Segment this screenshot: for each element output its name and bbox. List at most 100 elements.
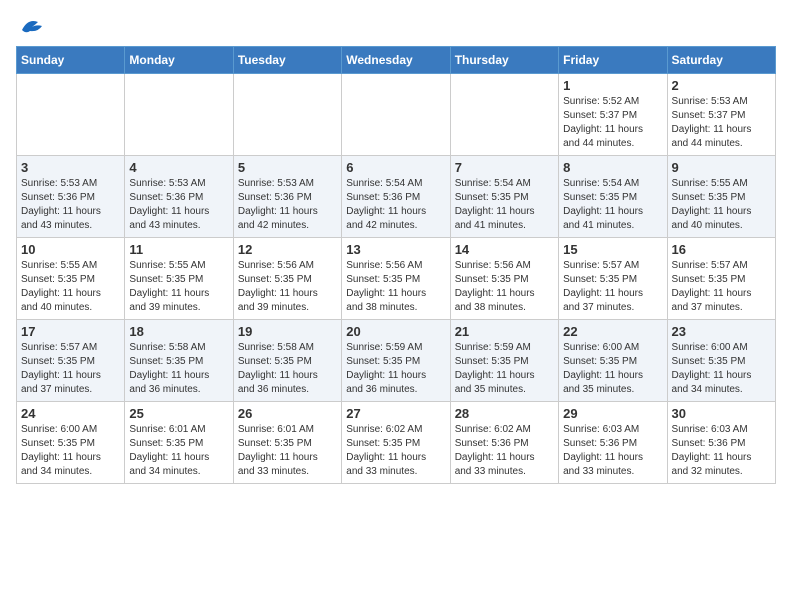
day-info: Sunrise: 5:55 AM Sunset: 5:35 PM Dayligh… — [672, 177, 771, 233]
calendar-header-row: SundayMondayTuesdayWednesdayThursdayFrid… — [17, 47, 776, 74]
day-info: Sunrise: 5:58 AM Sunset: 5:35 PM Dayligh… — [129, 341, 228, 397]
day-info: Sunrise: 5:57 AM Sunset: 5:35 PM Dayligh… — [21, 341, 120, 397]
calendar-table: SundayMondayTuesdayWednesdayThursdayFrid… — [16, 46, 776, 484]
calendar-cell: 26 Sunrise: 6:01 AM Sunset: 5:35 PM Dayli… — [233, 402, 341, 484]
day-header-friday: Friday — [559, 47, 667, 74]
day-info: Sunrise: 5:59 AM Sunset: 5:35 PM Dayligh… — [455, 341, 554, 397]
calendar-cell: 2 Sunrise: 5:53 AM Sunset: 5:37 PM Daylig… — [667, 74, 775, 156]
day-number: 1 — [563, 78, 662, 93]
day-info: Sunrise: 5:52 AM Sunset: 5:37 PM Dayligh… — [563, 95, 662, 151]
calendar-cell: 23 Sunrise: 6:00 AM Sunset: 5:35 PM Dayli… — [667, 320, 775, 402]
calendar-cell: 18 Sunrise: 5:58 AM Sunset: 5:35 PM Dayli… — [125, 320, 233, 402]
calendar-cell: 19 Sunrise: 5:58 AM Sunset: 5:35 PM Dayli… — [233, 320, 341, 402]
day-number: 15 — [563, 242, 662, 257]
day-number: 9 — [672, 160, 771, 175]
calendar-cell — [17, 74, 125, 156]
day-info: Sunrise: 5:58 AM Sunset: 5:35 PM Dayligh… — [238, 341, 337, 397]
day-number: 22 — [563, 324, 662, 339]
day-info: Sunrise: 5:56 AM Sunset: 5:35 PM Dayligh… — [346, 259, 445, 315]
day-number: 30 — [672, 406, 771, 421]
calendar-cell — [125, 74, 233, 156]
calendar-cell: 15 Sunrise: 5:57 AM Sunset: 5:35 PM Dayli… — [559, 238, 667, 320]
calendar-cell: 14Sunrise: 5:56 AM Sunset: 5:35 PM Dayli… — [450, 238, 558, 320]
calendar-week-2: 3 Sunrise: 5:53 AM Sunset: 5:36 PM Daylig… — [17, 156, 776, 238]
calendar-cell: 11 Sunrise: 5:55 AM Sunset: 5:35 PM Dayli… — [125, 238, 233, 320]
calendar-cell: 13 Sunrise: 5:56 AM Sunset: 5:35 PM Dayli… — [342, 238, 450, 320]
calendar-week-1: 1 Sunrise: 5:52 AM Sunset: 5:37 PM Daylig… — [17, 74, 776, 156]
day-info: Sunrise: 6:03 AM Sunset: 5:36 PM Dayligh… — [672, 423, 771, 479]
calendar-week-5: 24 Sunrise: 6:00 AM Sunset: 5:35 PM Dayli… — [17, 402, 776, 484]
day-number: 29 — [563, 406, 662, 421]
day-info: Sunrise: 5:59 AM Sunset: 5:35 PM Dayligh… — [346, 341, 445, 397]
calendar-cell: 6 Sunrise: 5:54 AM Sunset: 5:36 PM Daylig… — [342, 156, 450, 238]
calendar-cell: 17Sunrise: 5:57 AM Sunset: 5:35 PM Dayli… — [17, 320, 125, 402]
logo — [16, 16, 46, 34]
day-info: Sunrise: 5:53 AM Sunset: 5:36 PM Dayligh… — [238, 177, 337, 233]
day-number: 5 — [238, 160, 337, 175]
calendar-cell: 12 Sunrise: 5:56 AM Sunset: 5:35 PM Dayli… — [233, 238, 341, 320]
calendar-cell: 22 Sunrise: 6:00 AM Sunset: 5:35 PM Dayli… — [559, 320, 667, 402]
calendar-cell: 4 Sunrise: 5:53 AM Sunset: 5:36 PM Daylig… — [125, 156, 233, 238]
day-number: 14 — [455, 242, 554, 257]
day-number: 4 — [129, 160, 228, 175]
day-info: Sunrise: 5:54 AM Sunset: 5:36 PM Dayligh… — [346, 177, 445, 233]
day-number: 6 — [346, 160, 445, 175]
calendar-cell: 1 Sunrise: 5:52 AM Sunset: 5:37 PM Daylig… — [559, 74, 667, 156]
day-info: Sunrise: 5:53 AM Sunset: 5:36 PM Dayligh… — [129, 177, 228, 233]
day-number: 12 — [238, 242, 337, 257]
calendar-cell: 21 Sunrise: 5:59 AM Sunset: 5:35 PM Dayli… — [450, 320, 558, 402]
day-info: Sunrise: 5:54 AM Sunset: 5:35 PM Dayligh… — [563, 177, 662, 233]
day-number: 25 — [129, 406, 228, 421]
day-info: Sunrise: 5:57 AM Sunset: 5:35 PM Dayligh… — [563, 259, 662, 315]
day-number: 24 — [21, 406, 120, 421]
day-number: 28 — [455, 406, 554, 421]
day-number: 11 — [129, 242, 228, 257]
day-number: 20 — [346, 324, 445, 339]
day-number: 23 — [672, 324, 771, 339]
day-info: Sunrise: 6:02 AM Sunset: 5:36 PM Dayligh… — [455, 423, 554, 479]
day-info: Sunrise: 5:55 AM Sunset: 5:35 PM Dayligh… — [21, 259, 120, 315]
day-info: Sunrise: 6:02 AM Sunset: 5:35 PM Dayligh… — [346, 423, 445, 479]
calendar-cell: 3 Sunrise: 5:53 AM Sunset: 5:36 PM Daylig… — [17, 156, 125, 238]
calendar-cell: 25 Sunrise: 6:01 AM Sunset: 5:35 PM Dayli… — [125, 402, 233, 484]
day-header-thursday: Thursday — [450, 47, 558, 74]
day-number: 13 — [346, 242, 445, 257]
calendar-cell: 24 Sunrise: 6:00 AM Sunset: 5:35 PM Dayli… — [17, 402, 125, 484]
day-info: Sunrise: 6:00 AM Sunset: 5:35 PM Dayligh… — [672, 341, 771, 397]
day-number: 18 — [129, 324, 228, 339]
day-header-monday: Monday — [125, 47, 233, 74]
day-info: Sunrise: 5:54 AM Sunset: 5:35 PM Dayligh… — [455, 177, 554, 233]
calendar-cell — [233, 74, 341, 156]
day-info: Sunrise: 5:57 AM Sunset: 5:35 PM Dayligh… — [672, 259, 771, 315]
calendar-cell: 29Sunrise: 6:03 AM Sunset: 5:36 PM Dayli… — [559, 402, 667, 484]
day-number: 27 — [346, 406, 445, 421]
calendar-cell: 16 Sunrise: 5:57 AM Sunset: 5:35 PM Dayli… — [667, 238, 775, 320]
calendar-cell: 20 Sunrise: 5:59 AM Sunset: 5:35 PM Dayli… — [342, 320, 450, 402]
day-number: 19 — [238, 324, 337, 339]
calendar-cell: 10Sunrise: 5:55 AM Sunset: 5:35 PM Dayli… — [17, 238, 125, 320]
day-number: 2 — [672, 78, 771, 93]
day-info: Sunrise: 5:56 AM Sunset: 5:35 PM Dayligh… — [238, 259, 337, 315]
day-header-saturday: Saturday — [667, 47, 775, 74]
calendar-week-3: 10Sunrise: 5:55 AM Sunset: 5:35 PM Dayli… — [17, 238, 776, 320]
day-info: Sunrise: 6:00 AM Sunset: 5:35 PM Dayligh… — [563, 341, 662, 397]
calendar-cell — [342, 74, 450, 156]
day-info: Sunrise: 5:53 AM Sunset: 5:36 PM Dayligh… — [21, 177, 120, 233]
day-number: 3 — [21, 160, 120, 175]
day-number: 26 — [238, 406, 337, 421]
calendar-cell: 5 Sunrise: 5:53 AM Sunset: 5:36 PM Daylig… — [233, 156, 341, 238]
day-info: Sunrise: 5:55 AM Sunset: 5:35 PM Dayligh… — [129, 259, 228, 315]
day-info: Sunrise: 6:01 AM Sunset: 5:35 PM Dayligh… — [129, 423, 228, 479]
day-info: Sunrise: 5:53 AM Sunset: 5:37 PM Dayligh… — [672, 95, 771, 151]
calendar-cell: 27 Sunrise: 6:02 AM Sunset: 5:35 PM Dayli… — [342, 402, 450, 484]
day-info: Sunrise: 6:00 AM Sunset: 5:35 PM Dayligh… — [21, 423, 120, 479]
calendar-cell: 9 Sunrise: 5:55 AM Sunset: 5:35 PM Daylig… — [667, 156, 775, 238]
calendar-week-4: 17Sunrise: 5:57 AM Sunset: 5:35 PM Dayli… — [17, 320, 776, 402]
calendar-cell — [450, 74, 558, 156]
day-number: 21 — [455, 324, 554, 339]
logo-bird-icon — [18, 16, 46, 38]
day-header-wednesday: Wednesday — [342, 47, 450, 74]
day-info: Sunrise: 6:01 AM Sunset: 5:35 PM Dayligh… — [238, 423, 337, 479]
day-number: 16 — [672, 242, 771, 257]
day-number: 7 — [455, 160, 554, 175]
